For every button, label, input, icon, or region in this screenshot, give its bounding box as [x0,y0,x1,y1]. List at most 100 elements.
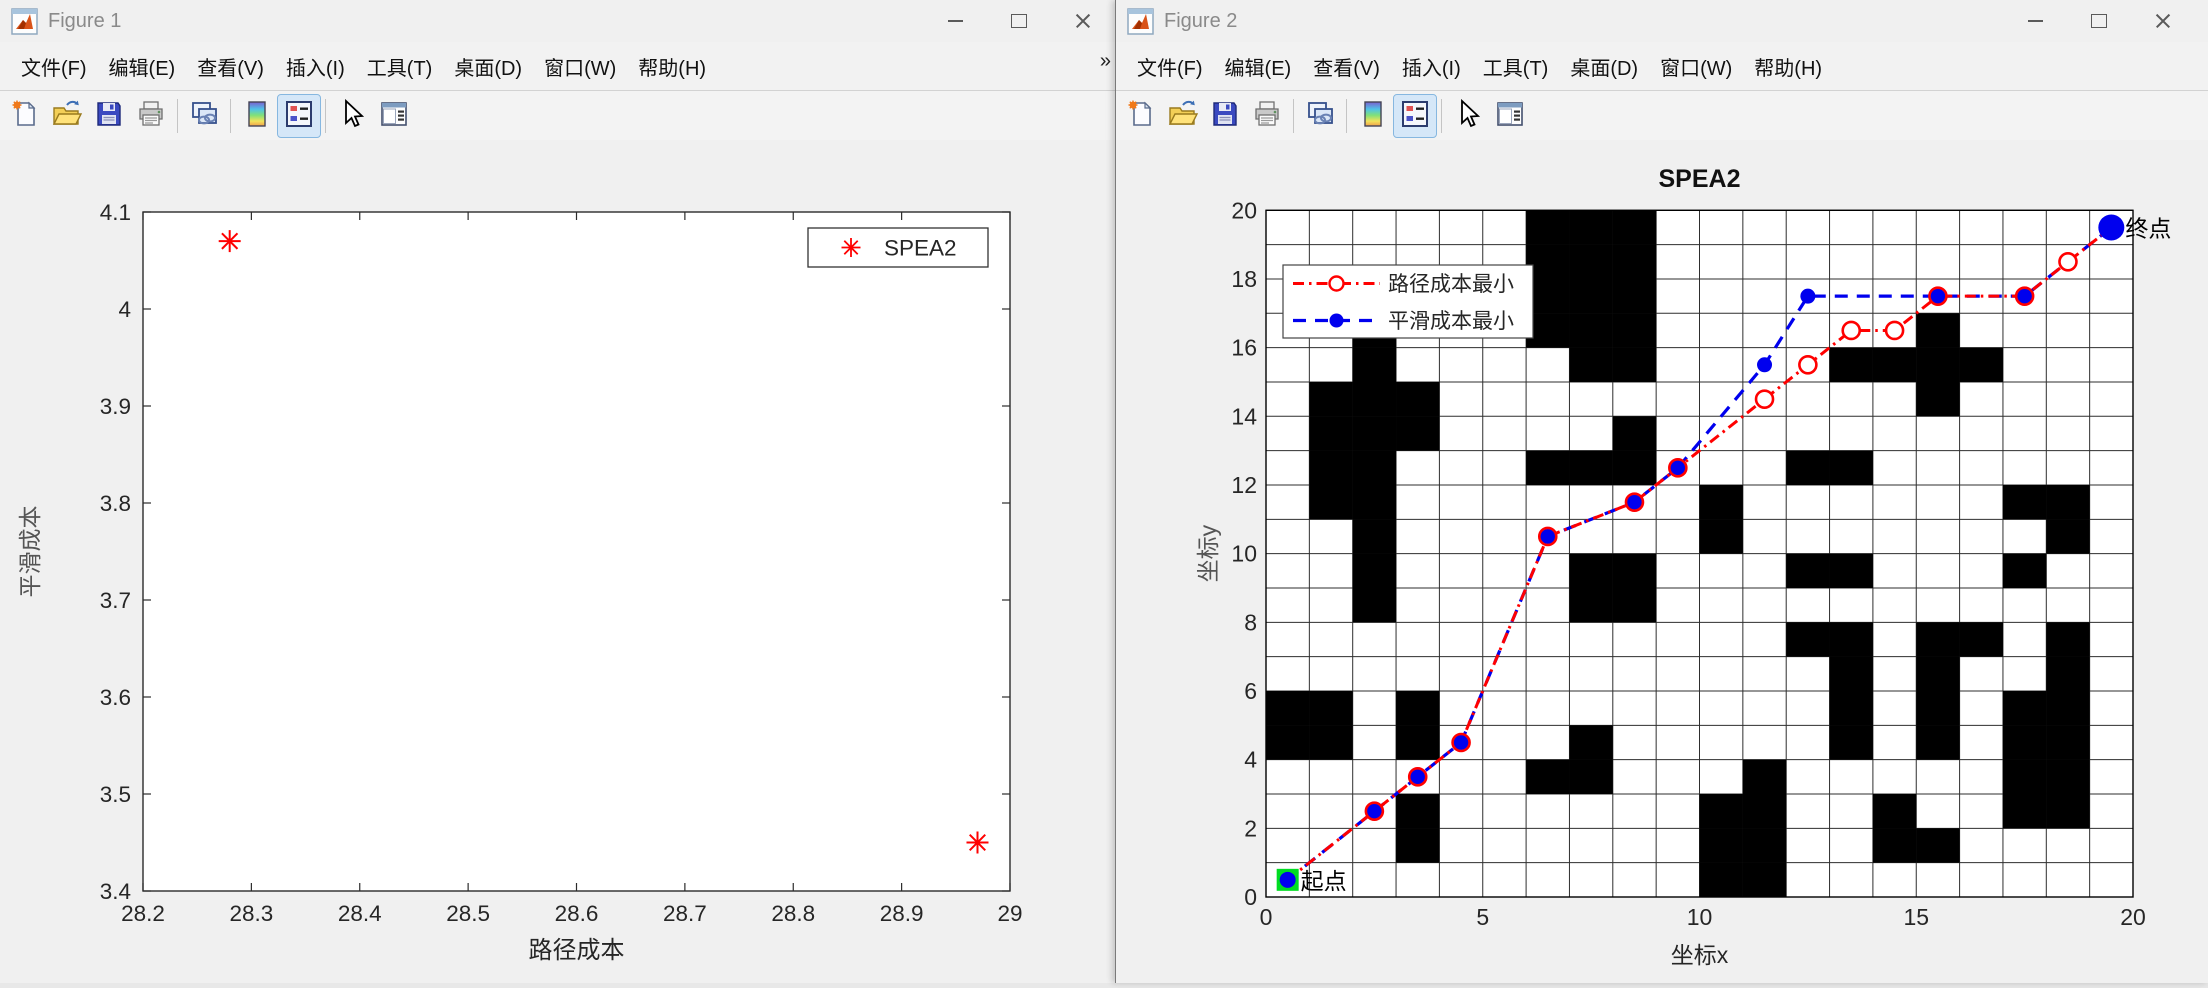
close-icon [1074,12,1092,30]
minimize-icon [2027,20,2043,22]
x-tick-labels: 0 5 10 15 20 [1260,904,2146,930]
grid-path-map-chart: 0 5 10 15 20 0 2 4 6 8 10 12 14 16 18 20 SPEA2 坐标x 坐标y 起点 终点… [1195,165,2171,968]
save-figure-button[interactable] [1204,95,1246,137]
x-axis-label: 路径成本 [529,937,625,964]
menu-item[interactable]: 工具(T) [356,46,444,87]
menu-item[interactable]: 插入(I) [275,46,356,87]
pareto-scatter-chart: 28.2 28.3 28.4 28.5 28.6 28.7 28.8 28.9 29 3.4 3.5… [17,200,1023,964]
menu-item[interactable]: 桌面(D) [443,46,533,87]
y-tick-labels: 3.4 3.5 3.6 3.7 3.8 3.9 4 4.1 [100,200,131,904]
plot-browser-icon [379,99,409,134]
property-editor-icon [1400,99,1430,134]
svg-text:28.2: 28.2 [121,901,165,926]
menu-item[interactable]: 帮助(H) [1743,46,1833,87]
svg-text:28.3: 28.3 [229,901,273,926]
print-figure-button[interactable] [1246,95,1288,137]
property-editor-button[interactable] [1393,94,1437,138]
figure1-window: Figure 1 文件(F) 编辑(E) 查看(V) 插入(I) 工具(T) 桌面(D) 窗… [0,0,1116,983]
colormap-editor-button[interactable] [236,95,278,137]
menu-item[interactable]: 查看(V) [186,46,275,87]
toolbar-separator [1346,99,1347,133]
copy-figure-button[interactable] [183,95,225,137]
close-button[interactable] [2131,0,2195,42]
print-figure-button[interactable] [130,95,172,137]
svg-text:28.9: 28.9 [880,901,924,926]
figure2-menubar: 文件(F) 编辑(E) 查看(V) 插入(I) 工具(T) 桌面(D) 窗口(W) 帮助(H) [1116,42,2208,91]
menu-item[interactable]: 文件(F) [10,46,98,87]
legend: 路径成本最小平滑成本最小 [1282,264,1534,339]
toolbar-separator [177,99,178,133]
plot-browser-icon [1495,99,1525,134]
svg-text:16: 16 [1231,335,1257,361]
menu-item[interactable]: 桌面(D) [1559,46,1649,87]
open-file-button[interactable] [46,95,88,137]
svg-text:15: 15 [1903,904,1929,930]
svg-text:18: 18 [1231,266,1257,292]
svg-text:8: 8 [1244,609,1257,635]
toolbar-separator [325,99,326,133]
menu-item[interactable]: 文件(F) [1126,46,1214,87]
svg-text:3.9: 3.9 [100,394,131,419]
copy-figure-icon [189,99,219,134]
save-figure-button[interactable] [88,95,130,137]
new-figure-button[interactable] [1120,95,1162,137]
pointer-button[interactable] [331,95,373,137]
menu-item[interactable]: 编辑(E) [98,46,187,87]
svg-text:4: 4 [118,297,131,322]
svg-text:3.6: 3.6 [100,685,131,710]
svg-text:20: 20 [1231,197,1257,223]
asterisk-marker [841,238,861,257]
figure2-titlebar: Figure 2 [1116,0,2208,42]
minimize-icon [947,20,963,22]
menu-item[interactable]: 查看(V) [1302,46,1391,87]
legend-label-path-cost: 路径成本最小 [1388,273,1514,296]
svg-text:4: 4 [1244,747,1257,773]
property-editor-icon [284,99,314,134]
figure1-menubar: 文件(F) 编辑(E) 查看(V) 插入(I) 工具(T) 桌面(D) 窗口(W) 帮助(H)… [0,42,1115,91]
new-figure-button[interactable] [4,95,46,137]
svg-text:28.6: 28.6 [555,901,599,926]
pointer-button[interactable] [1447,95,1489,137]
property-editor-button[interactable] [277,94,321,138]
copy-figure-icon [1305,99,1335,134]
colormap-editor-button[interactable] [1352,95,1394,137]
open-file-button[interactable] [1162,95,1204,137]
menu-item[interactable]: 工具(T) [1472,46,1560,87]
menu-item[interactable]: 窗口(W) [533,46,627,87]
toolbar-separator [230,99,231,133]
y-axis-label: 坐标y [1195,524,1221,582]
svg-text:5: 5 [1476,904,1489,930]
asterisk-marker [966,831,989,854]
print-figure-icon [1252,99,1282,134]
svg-text:0: 0 [1260,904,1273,930]
close-button[interactable] [1051,0,1115,42]
minimize-button[interactable] [923,0,987,42]
legend-label-smooth-cost: 平滑成本最小 [1388,310,1514,333]
plot-browser-button[interactable] [1489,95,1531,137]
figure1-canvas: 28.2 28.3 28.4 28.5 28.6 28.7 28.8 28.9 29 3.4 3.5… [0,140,1115,983]
legend: SPEA2 [807,227,989,268]
copy-figure-button[interactable] [1299,95,1341,137]
save-figure-icon [1210,99,1240,134]
menu-item[interactable]: 插入(I) [1391,46,1472,87]
open-file-icon [51,99,83,134]
x-tick-labels: 28.2 28.3 28.4 28.5 28.6 28.7 28.8 28.9 29 [121,901,1022,926]
svg-text:3.5: 3.5 [100,782,131,807]
maximize-button[interactable] [987,0,1051,42]
plot-browser-button[interactable] [373,95,415,137]
svg-text:28.5: 28.5 [446,901,490,926]
menu-item[interactable]: 编辑(E) [1214,46,1303,87]
start-point: 起点 [1276,868,1347,894]
toolbar-separator [1441,99,1442,133]
minimize-button[interactable] [2003,0,2067,42]
pointer-icon [1454,98,1482,134]
window-controls [923,0,1115,42]
plot-area [143,212,1010,891]
menu-item[interactable]: 帮助(H) [627,46,717,87]
maximize-button[interactable] [2067,0,2131,42]
svg-text:29: 29 [997,901,1022,926]
svg-text:28.4: 28.4 [338,901,382,926]
menu-item[interactable]: 窗口(W) [1649,46,1743,87]
svg-text:4.1: 4.1 [100,200,131,225]
menu-overflow-icon[interactable]: » [1100,50,1111,73]
